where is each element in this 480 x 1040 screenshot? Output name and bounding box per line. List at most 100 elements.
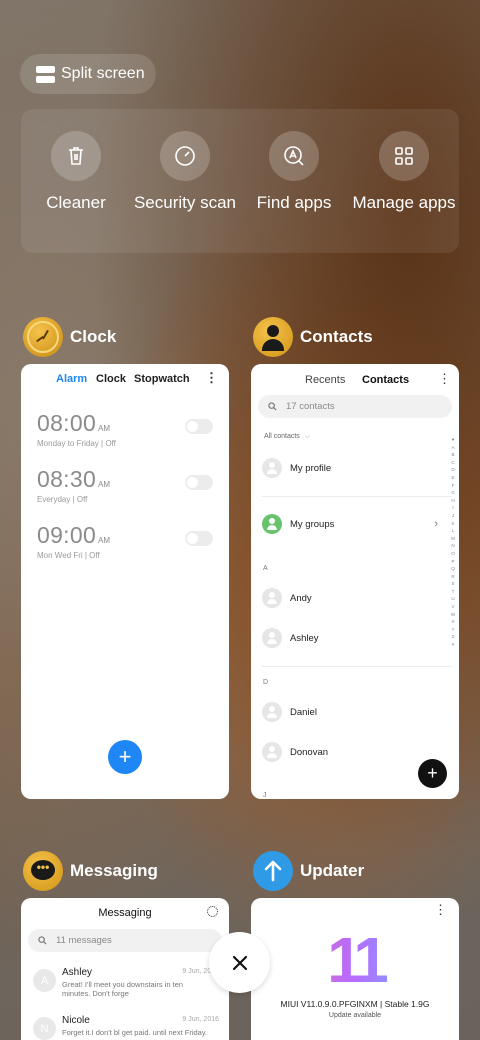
index-letter[interactable]: Y <box>449 626 457 634</box>
alarm-toggle[interactable] <box>185 531 213 546</box>
contact-row[interactable]: Ashley <box>262 628 319 648</box>
split-screen-button[interactable]: Split screen <box>20 54 156 94</box>
clock-app-title: Clock <box>70 327 117 346</box>
more-options-icon[interactable]: ⋮ <box>438 371 451 387</box>
tab-clock[interactable]: Clock <box>96 373 126 385</box>
contacts-search-input[interactable]: 17 contacts <box>258 395 452 418</box>
alarm-item[interactable]: 09:00 AM Mon Wed Fri | Off <box>37 522 213 560</box>
section-header: A <box>263 565 268 572</box>
index-letter[interactable]: Q <box>449 565 457 573</box>
index-letter[interactable]: O <box>449 550 457 558</box>
index-letter[interactable]: U <box>449 595 457 603</box>
tab-stopwatch[interactable]: Stopwatch <box>134 373 190 385</box>
alarm-ampm: AM <box>98 536 111 545</box>
alarm-time: 08:00 <box>37 410 97 436</box>
index-letter[interactable]: B <box>449 451 457 459</box>
groups-icon <box>262 514 282 534</box>
messaging-app-card[interactable]: Messaging 11 messages A Ashley 9 Jun, 20… <box>21 898 229 1040</box>
alarm-item[interactable]: 08:30 AM Everyday | Off <box>37 466 213 504</box>
index-letter[interactable]: H <box>449 497 457 505</box>
index-letter[interactable]: Z <box>449 633 457 641</box>
avatar: N <box>33 1017 56 1040</box>
contacts-app-header[interactable]: Contacts <box>253 317 373 357</box>
find-apps-button[interactable]: Find apps <box>239 131 349 213</box>
contact-row[interactable]: Andy <box>262 588 312 608</box>
tab-recents[interactable]: Recents <box>305 374 345 386</box>
alarm-toggle[interactable] <box>185 419 213 434</box>
contacts-app-card[interactable]: Recents Contacts ⋮ 17 contacts All conta… <box>251 364 459 799</box>
my-groups-row[interactable]: My groups › <box>262 514 452 534</box>
my-profile-row[interactable]: My profile <box>262 458 331 478</box>
version-text: MIUI V11.0.9.0.PFGINXM | Stable 1.9G <box>280 999 430 1009</box>
contact-name: Donovan <box>290 746 329 758</box>
index-letter[interactable]: # <box>449 641 457 649</box>
avatar <box>262 628 282 648</box>
messaging-app-header[interactable]: ••• Messaging <box>23 851 158 891</box>
avatar: A <box>33 969 56 992</box>
more-options-icon[interactable]: ⋮ <box>434 902 447 918</box>
section-header: J <box>263 792 267 799</box>
index-letter[interactable]: J <box>449 512 457 520</box>
index-letter[interactable]: T <box>449 588 457 596</box>
index-letter[interactable]: V <box>449 603 457 611</box>
contact-row[interactable]: Donovan <box>262 742 328 762</box>
section-header: D <box>263 679 269 686</box>
index-letter[interactable]: A <box>449 444 457 452</box>
index-letter[interactable]: E <box>449 474 457 482</box>
index-letter[interactable]: N <box>449 542 457 550</box>
find-apps-label: Find apps <box>256 193 332 212</box>
clock-app-header[interactable]: Clock <box>23 317 116 357</box>
updater-app-header[interactable]: Updater <box>253 851 364 891</box>
thread-name: Ashley <box>62 967 93 978</box>
my-groups-label: My groups <box>290 518 335 530</box>
thread-date: 9 Jun, 2016 <box>182 1016 219 1023</box>
security-scan-button[interactable]: Security scan <box>130 131 240 213</box>
divider <box>262 496 452 497</box>
alarm-ampm: AM <box>98 480 111 489</box>
messaging-app-icon: ••• <box>23 851 63 891</box>
index-letter[interactable]: C <box>449 459 457 467</box>
messaging-header-title: Messaging <box>98 907 152 919</box>
index-letter[interactable]: D <box>449 466 457 474</box>
speedometer-icon <box>160 131 210 181</box>
contacts-filter[interactable]: All contacts ⌵ <box>264 433 310 441</box>
thread-snippet: Forget it.I don't bl get paid. until nex… <box>62 1028 208 1037</box>
index-letter[interactable]: W <box>449 611 457 619</box>
clear-all-button[interactable] <box>209 932 270 993</box>
index-letter[interactable]: X <box>449 618 457 626</box>
cleaner-button[interactable]: Cleaner <box>21 131 131 213</box>
tab-contacts[interactable]: Contacts <box>362 374 409 386</box>
messages-search-input[interactable]: 11 messages <box>28 929 222 952</box>
alarm-toggle[interactable] <box>185 475 213 490</box>
add-alarm-button[interactable]: + <box>108 740 142 774</box>
add-contact-button[interactable]: + <box>418 759 447 788</box>
updater-app-card[interactable]: ⋮ 11 MIUI V11.0.9.0.PFGINXM | Stable 1.9… <box>251 898 459 1040</box>
avatar <box>262 742 282 762</box>
alarm-item[interactable]: 08:00 AM Monday to Friday | Off <box>37 410 213 448</box>
index-letter[interactable]: L <box>449 527 457 535</box>
thread-name: Nicole <box>62 1015 90 1026</box>
search-icon <box>38 936 47 945</box>
index-letter[interactable]: I <box>449 504 457 512</box>
more-options-icon[interactable]: ⋮ <box>205 370 218 386</box>
index-letter[interactable]: F <box>449 482 457 490</box>
contact-name: Daniel <box>290 706 317 718</box>
index-letter[interactable]: M <box>449 535 457 543</box>
index-letter[interactable]: G <box>449 489 457 497</box>
alarm-schedule: Monday to Friday | Off <box>37 439 116 448</box>
contact-row[interactable]: Daniel <box>262 702 317 722</box>
find-apps-icon <box>269 131 319 181</box>
tab-alarm[interactable]: Alarm <box>56 373 87 385</box>
trash-icon <box>51 131 101 181</box>
gear-icon[interactable] <box>207 906 218 917</box>
index-letter[interactable]: K <box>449 520 457 528</box>
index-letter[interactable]: ♥ <box>449 436 457 444</box>
manage-apps-button[interactable]: Manage apps <box>349 131 459 213</box>
clock-app-card[interactable]: Alarm Clock Stopwatch ⋮ 08:00 AM Monday t… <box>21 364 229 799</box>
contacts-app-title: Contacts <box>300 327 373 346</box>
index-letter[interactable]: R <box>449 573 457 581</box>
alphabet-index[interactable]: ♥ A B C D E F G H I J K L M N O P Q R S T U V W X Y Z # <box>449 436 457 649</box>
updater-app-title: Updater <box>300 861 365 880</box>
index-letter[interactable]: P <box>449 558 457 566</box>
index-letter[interactable]: S <box>449 580 457 588</box>
